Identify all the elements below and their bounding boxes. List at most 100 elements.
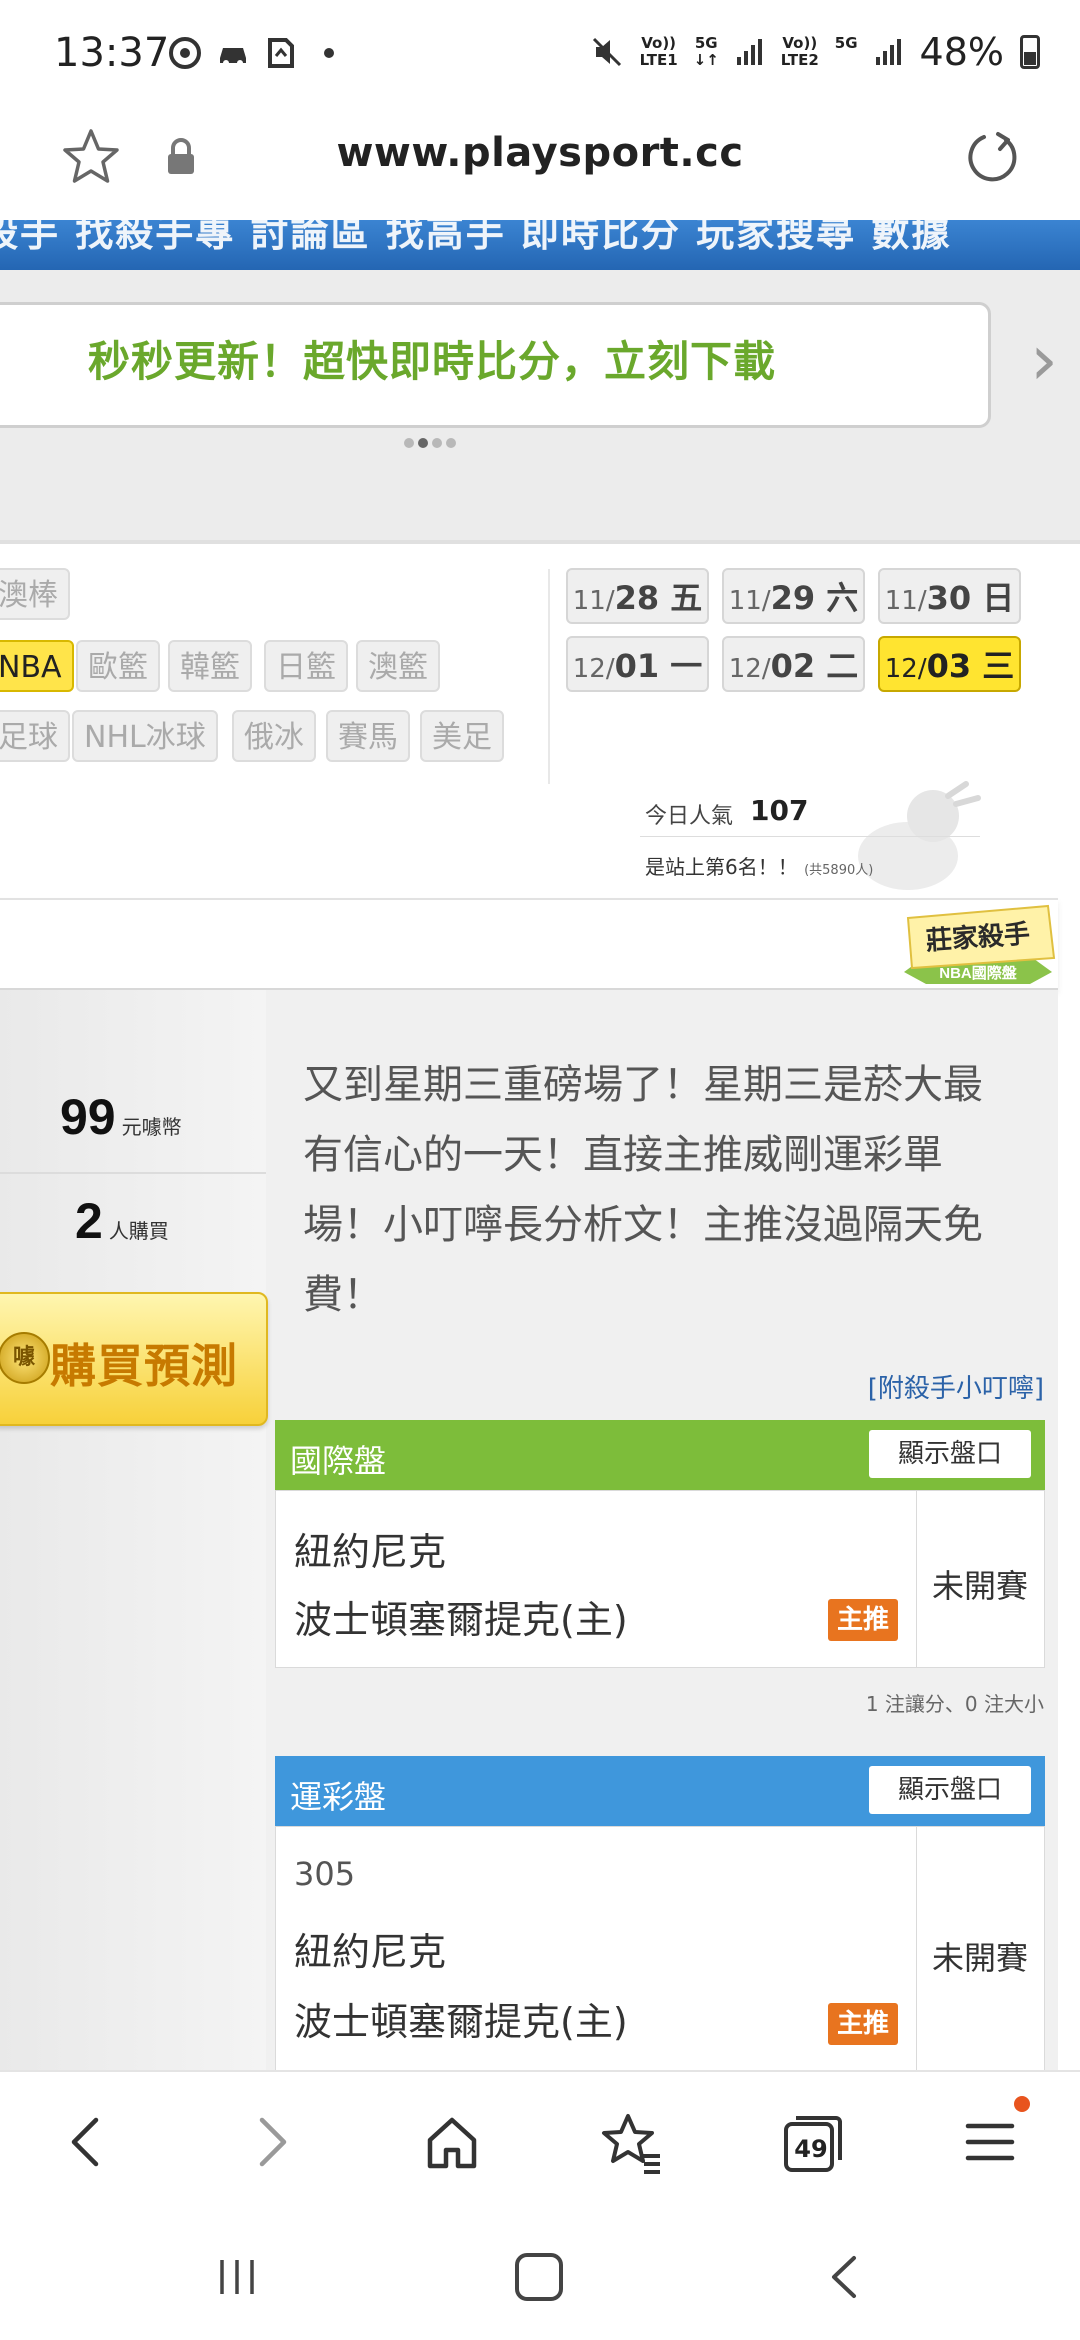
odds-divider: [916, 1491, 917, 1667]
odds-divider: [916, 1827, 917, 2070]
car-icon: [220, 48, 246, 66]
intl-odds-body: 紐約尼克 波士頓塞爾提克(主) 主推 未開賽: [275, 1490, 1045, 1668]
recent-apps-icon[interactable]: [212, 2252, 262, 2302]
sport-tag[interactable]: 足球: [0, 710, 70, 762]
date-button[interactable]: 11/28 五: [566, 568, 709, 624]
away-team[interactable]: 紐約尼克: [294, 1521, 446, 1576]
date-button-selected[interactable]: 12/03 三: [878, 636, 1021, 692]
filter-panel: 澳棒 NBA 歐籃 韓籃 日籃 澳籃 足球 NHL冰球 俄冰 賽馬 美足 11/…: [0, 540, 1080, 904]
sport-tag-active[interactable]: NBA: [0, 640, 74, 692]
mute-icon: [592, 37, 621, 67]
purchase-divider: [0, 1172, 266, 1174]
bookmarks-icon[interactable]: [600, 2112, 664, 2174]
battery-icon: [1020, 35, 1040, 69]
buy-prediction-label[interactable]: 購買預測: [50, 1330, 238, 1396]
game-number: 305: [294, 1855, 356, 1893]
lottery-odds-title: 運彩盤: [290, 1778, 387, 1816]
sport-tag[interactable]: 歐籃: [76, 640, 160, 692]
sport-tag[interactable]: NHL冰球: [72, 710, 218, 762]
banner-dot-active[interactable]: [418, 438, 428, 448]
prediction-description: 又到星期三重磅場了！星期三是菸大最有信心的一天！直接主推威剛運彩單場！小叮嚀長分…: [303, 1062, 983, 1318]
browser-toolbar: 49: [0, 2070, 1080, 2212]
status-bar: 13:37 Vo)) LTE1 5G ↓↑ Vo)) LTE2 5G 48%: [0, 0, 1080, 110]
price-unit: 元噱幣: [121, 1115, 182, 1139]
sport-tag[interactable]: 澳棒: [0, 568, 70, 620]
signal-icon: [875, 39, 901, 65]
reload-icon[interactable]: [962, 128, 1022, 188]
rank-text: 是站上第6名！！ (共5890人): [645, 855, 874, 879]
banner-text[interactable]: 秒秒更新！超快即時比分，立刻下載: [88, 328, 776, 389]
price-value: 99: [60, 1089, 116, 1145]
date-button[interactable]: 11/30 日: [878, 568, 1021, 624]
back-icon[interactable]: [62, 2112, 112, 2172]
battery-percent: 48%: [919, 30, 1004, 74]
buy-prediction-button[interactable]: 噱 購買預測: [0, 1292, 268, 1426]
banner-area: 秒秒更新！超快即時比分，立刻下載 ›: [0, 270, 1080, 540]
forward-icon[interactable]: [246, 2112, 296, 2172]
lottery-odds-header: 運彩盤 顯示盤口: [275, 1756, 1045, 1826]
intl-odds-title: 國際盤: [290, 1442, 387, 1480]
prediction-content: 99 元噱幣 2 人購買 噱 購買預測 又到星期三重磅場了！星期三是菸大最有信心的一…: [0, 990, 1058, 2070]
home-team[interactable]: 波士頓塞爾提克(主): [294, 1991, 628, 2046]
date-button[interactable]: 12/01 一: [566, 636, 709, 692]
popularity-value: 107: [750, 794, 809, 827]
away-team[interactable]: 紐約尼克: [294, 1921, 446, 1976]
banner-dot[interactable]: [432, 438, 442, 448]
sport-tag[interactable]: 美足: [420, 710, 504, 762]
signal-icon: [736, 39, 762, 65]
home-team[interactable]: 波士頓塞爾提克(主): [294, 1589, 628, 1644]
url-text[interactable]: www.playsport.cc: [0, 130, 1080, 176]
show-odds-button[interactable]: 顯示盤口: [869, 1766, 1031, 1814]
network-2-gen: 5G: [834, 34, 858, 52]
status-system-icons: Vo)) LTE1 5G ↓↑ Vo)) LTE2 5G 48%: [590, 30, 1040, 74]
banner-next-arrow-icon[interactable]: ›: [1030, 325, 1058, 395]
tabs-button[interactable]: 49: [782, 2112, 844, 2174]
banner-dot[interactable]: [446, 438, 456, 448]
buyers-unit: 人購買: [108, 1219, 169, 1243]
main-pick-badge: 主推: [828, 2003, 898, 2045]
lottery-odds-body: 305 紐約尼克 波士頓塞爾提克(主) 主推 未開賽: [275, 1826, 1045, 2070]
status-time: 13:37: [54, 30, 170, 76]
sport-tag[interactable]: 韓籃: [168, 640, 252, 692]
chrome-icon: [169, 37, 201, 69]
coin-icon: 噱: [0, 1332, 50, 1384]
sport-tag[interactable]: 日籃: [264, 640, 348, 692]
back-nav-icon[interactable]: [820, 2252, 870, 2302]
main-pick-badge: 主推: [828, 1599, 898, 1641]
menu-icon[interactable]: [962, 2112, 1018, 2172]
network-2: Vo)) LTE2: [780, 34, 819, 69]
banker-killer-badge: 莊家殺手 NBA國際盤: [904, 904, 1056, 984]
system-navigation-bar: [0, 2210, 1080, 2340]
sport-tag[interactable]: 澳籃: [356, 640, 440, 692]
banner-dots: [404, 438, 456, 448]
filter-divider: [548, 569, 550, 784]
notification-dot: [1014, 2096, 1030, 2112]
sport-tag[interactable]: 俄冰: [232, 710, 316, 762]
banner-dot[interactable]: [404, 438, 414, 448]
pick-count-text: 1 注讓分、0 注大小: [865, 1692, 1044, 1716]
network-1: Vo)) LTE1: [639, 34, 678, 69]
site-nav-bar[interactable]: 殺手 找殺手專 討論區 找高手 即時比分 玩家搜尋 數據: [0, 220, 1080, 270]
badge-subtitle: NBA國際盤: [939, 964, 1017, 982]
intl-odds-header: 國際盤 顯示盤口: [275, 1420, 1045, 1490]
date-button[interactable]: 12/02 二: [722, 636, 865, 692]
sport-tag[interactable]: 賽馬: [326, 710, 410, 762]
popularity-label: 今日人氣: [645, 804, 734, 829]
attach-tips-link[interactable]: [附殺手小叮嚀]: [868, 1368, 1044, 1405]
home-icon[interactable]: [422, 2112, 482, 2172]
purchase-column: 99 元噱幣 2 人購買 噱 購買預測: [0, 990, 268, 2070]
note-icon: [268, 38, 294, 68]
site-nav-items[interactable]: 殺手 找殺手專 討論區 找高手 即時比分 玩家搜尋 數據: [0, 220, 951, 257]
home-nav-icon[interactable]: [512, 2250, 566, 2304]
popularity-divider: [640, 836, 980, 837]
show-odds-button[interactable]: 顯示盤口: [869, 1430, 1031, 1478]
dot-icon: [324, 48, 334, 58]
tab-count: 49: [794, 2135, 828, 2163]
status-notification-icons: [168, 36, 346, 70]
buyers-count: 2: [75, 1193, 103, 1249]
buyers-row: 2 人購買: [75, 1192, 169, 1250]
price-row: 99 元噱幣: [60, 1088, 182, 1146]
game-status: 未開賽: [932, 1567, 1029, 1605]
date-button[interactable]: 11/29 六: [722, 568, 865, 624]
game-status: 未開賽: [932, 1939, 1029, 1977]
